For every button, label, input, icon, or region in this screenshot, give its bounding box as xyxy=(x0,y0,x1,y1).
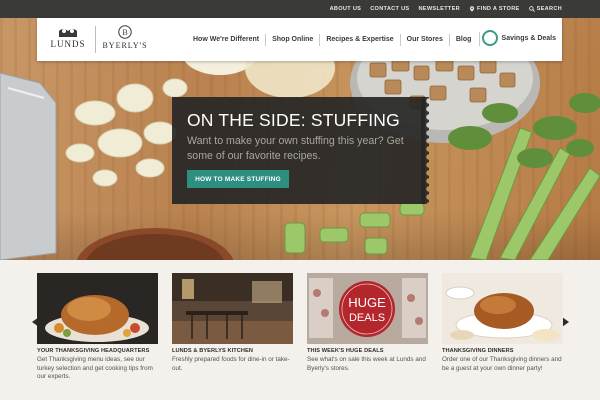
byerlys-wordmark: BYERLY'S xyxy=(102,41,148,50)
utility-links: ABOUT US CONTACT US NEWSLETTER FIND A ST… xyxy=(330,0,562,18)
lunds-wordmark: LUNDS xyxy=(50,39,86,49)
card-heading: THANKSGIVING DINNERS xyxy=(442,348,514,354)
contact-us-label: CONTACT US xyxy=(370,6,410,12)
find-a-store-link[interactable]: FIND A STORE xyxy=(469,6,520,12)
card-description: Freshly prepared foods for dine-in or ta… xyxy=(172,356,290,372)
lunds-emblem-icon xyxy=(59,29,77,37)
huge-deals-badge-line2: DEALS xyxy=(349,312,385,324)
roast-turkey-image xyxy=(37,273,158,344)
location-pin-icon xyxy=(469,6,475,12)
card-heading: LUNDS & BYERLYS KITCHEN xyxy=(172,348,254,354)
promo-body: Want to make your own stuffing this year… xyxy=(187,135,404,162)
card-heading: YOUR THANKSGIVING HEADQUARTERS xyxy=(37,348,150,354)
nav-our-stores[interactable]: Our Stores xyxy=(401,36,449,43)
restaurant-interior-image xyxy=(172,273,293,344)
nav-separator xyxy=(479,32,480,46)
savings-ring-icon xyxy=(481,30,498,46)
card-thanksgiving-headquarters[interactable]: YOUR THANKSGIVING HEADQUARTERS Get Thank… xyxy=(37,273,158,382)
byerlys-logo[interactable]: B BYERLY'S xyxy=(100,25,150,55)
card-description: See what's on sale this week at Lunds an… xyxy=(307,356,426,372)
huge-deals-image: HUGE DEALS xyxy=(307,273,428,344)
contact-us-link[interactable]: CONTACT US xyxy=(370,6,409,12)
card-lunds-byerlys-kitchen[interactable]: LUNDS & BYERLYS KITCHEN Freshly prepared… xyxy=(172,273,293,373)
promo-title: ON THE SIDE: STUFFING xyxy=(187,110,400,130)
promo-scalloped-edge xyxy=(421,97,429,204)
card-image xyxy=(37,273,158,344)
logo-divider xyxy=(95,26,96,53)
about-us-link[interactable]: ABOUT US xyxy=(330,6,362,12)
nav-blog[interactable]: Blog xyxy=(450,36,478,43)
newsletter-label: NEWSLETTER xyxy=(418,6,461,12)
utility-bar: ABOUT US CONTACT US NEWSLETTER FIND A ST… xyxy=(0,0,600,18)
card-image xyxy=(172,273,293,344)
search-label: SEARCH xyxy=(536,6,562,12)
savings-deals-label: Savings & Deals xyxy=(501,34,556,42)
byerlys-emblem-letter: B xyxy=(122,28,127,37)
byerlys-emblem-icon: B xyxy=(118,25,132,39)
about-us-label: ABOUT US xyxy=(329,6,362,12)
lunds-logo[interactable]: LUNDS xyxy=(45,26,91,54)
nav-shop-online[interactable]: Shop Online xyxy=(266,36,319,43)
card-image: HUGE DEALS xyxy=(307,273,428,344)
search-link[interactable]: SEARCH xyxy=(528,6,562,12)
find-a-store-label: FIND A STORE xyxy=(477,6,520,12)
promo-panel: ON THE SIDE: STUFFING Want to make your … xyxy=(172,97,429,204)
card-thanksgiving-dinners[interactable]: THANKSGIVING DINNERS Order one of our Th… xyxy=(442,273,563,373)
nav-recipes-expertise[interactable]: Recipes & Expertise xyxy=(320,36,399,43)
primary-nav: How We're Different Shop Online Recipes … xyxy=(187,18,477,61)
card-image xyxy=(442,273,563,344)
main-header: LUNDS B BYERLY'S How We're Different Sho… xyxy=(37,18,562,61)
nav-savings-deals[interactable]: Savings & Deals xyxy=(481,30,556,46)
how-to-make-stuffing-button[interactable]: HOW TO MAKE STUFFING xyxy=(187,170,289,188)
card-description: Order one of our Thanksgiving dinners an… xyxy=(442,356,562,372)
card-heading: THIS WEEK'S HUGE DEALS xyxy=(307,348,384,354)
card-huge-deals[interactable]: HUGE DEALS THIS WEEK'S HUGE DEALS See wh… xyxy=(307,273,428,373)
card-description: Get Thanksgiving menu ideas, see our tur… xyxy=(37,356,153,380)
newsletter-link[interactable]: NEWSLETTER xyxy=(418,6,460,12)
nav-how-were-different[interactable]: How We're Different xyxy=(187,36,265,43)
huge-deals-badge-line1: HUGE xyxy=(348,295,386,310)
thanksgiving-dinner-image xyxy=(442,273,563,344)
search-icon xyxy=(528,6,535,12)
